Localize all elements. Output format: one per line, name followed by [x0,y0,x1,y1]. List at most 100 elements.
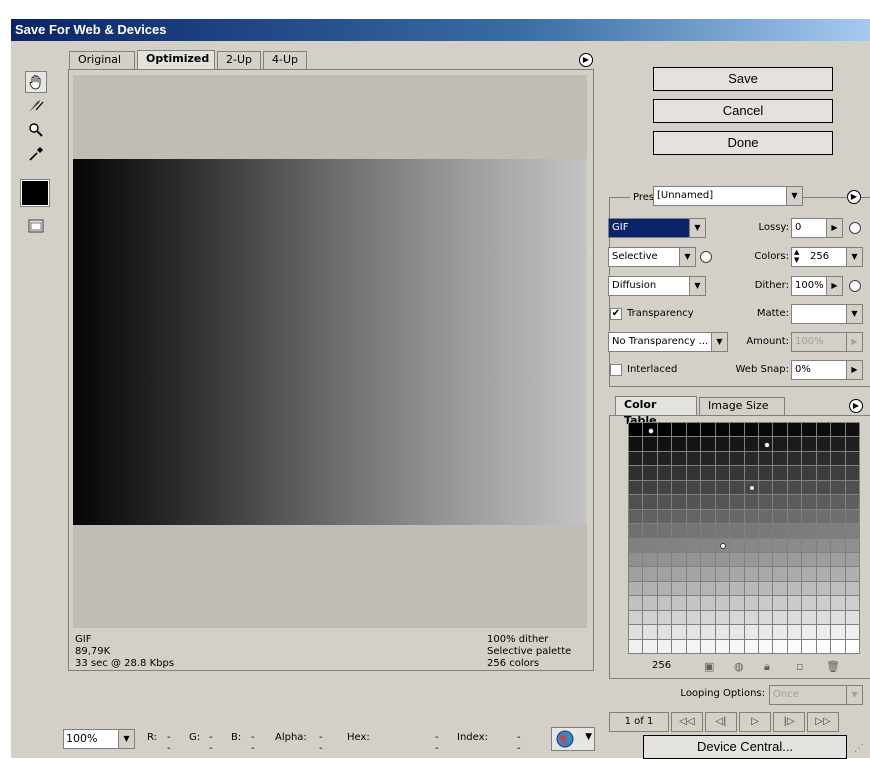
color-swatch[interactable] [672,610,686,625]
color-swatch[interactable] [730,552,744,567]
color-swatch[interactable] [730,610,744,625]
color-swatch[interactable] [744,509,758,524]
color-swatch[interactable] [643,437,657,451]
color-swatch[interactable] [787,625,802,639]
color-swatch[interactable] [730,466,744,480]
color-swatch[interactable] [831,625,845,639]
color-swatch[interactable] [657,423,672,437]
color-swatch[interactable] [715,423,730,437]
tab-image-size[interactable]: Image Size [699,397,785,415]
dither-field[interactable]: 100% ▶ [791,276,843,296]
color-swatch[interactable] [816,610,831,625]
color-swatch[interactable] [643,639,657,653]
color-table-menu-icon[interactable]: ▶ [849,399,863,413]
color-swatch[interactable] [802,437,816,451]
color-swatch[interactable] [643,524,657,538]
color-swatch[interactable] [715,567,730,581]
color-swatch[interactable] [686,567,701,581]
color-swatch[interactable] [672,480,686,495]
color-swatch[interactable] [758,596,773,610]
color-swatch[interactable] [744,495,758,509]
color-swatch[interactable] [744,639,758,653]
color-swatch[interactable] [730,639,744,653]
color-swatch[interactable] [643,466,657,480]
color-swatch[interactable] [657,480,672,495]
color-swatch[interactable] [787,509,802,524]
settings-menu-icon[interactable]: ▶ [847,190,861,204]
color-swatch[interactable] [787,495,802,509]
color-swatch[interactable] [816,437,831,451]
color-swatch[interactable] [831,639,845,653]
color-swatch[interactable] [787,480,802,495]
color-swatch[interactable] [773,596,787,610]
color-swatch[interactable] [657,524,672,538]
color-swatch[interactable] [787,538,802,552]
color-swatch[interactable] [715,437,730,451]
done-button[interactable]: Done [653,131,833,155]
color-swatch[interactable] [744,524,758,538]
color-swatch[interactable] [773,495,787,509]
color-swatch[interactable] [787,552,802,567]
color-swatch[interactable] [802,480,816,495]
color-swatch[interactable] [657,567,672,581]
color-swatch[interactable] [744,567,758,581]
tab-color-table[interactable]: Color Table [615,396,697,427]
color-swatch[interactable] [773,581,787,596]
color-swatch[interactable] [845,466,859,480]
color-swatch[interactable] [686,639,701,653]
tab-original[interactable]: Original [69,51,135,69]
color-swatch[interactable] [701,625,715,639]
color-swatch[interactable] [715,466,730,480]
color-swatch[interactable] [831,610,845,625]
color-swatch[interactable] [686,466,701,480]
color-swatch[interactable] [744,610,758,625]
color-swatch[interactable] [831,509,845,524]
color-swatch[interactable] [701,567,715,581]
color-swatch[interactable] [773,639,787,653]
color-swatch[interactable] [715,639,730,653]
color-swatch[interactable] [657,552,672,567]
color-swatch[interactable] [686,610,701,625]
color-swatch[interactable] [629,610,643,625]
color-swatch[interactable] [773,423,787,437]
interlaced-checkbox[interactable] [610,364,622,376]
color-swatch[interactable] [629,509,643,524]
color-swatch[interactable] [802,423,816,437]
color-swatch[interactable] [730,538,744,552]
color-swatch[interactable] [629,451,643,466]
color-swatch[interactable] [686,524,701,538]
color-swatch[interactable] [845,437,859,451]
color-swatch[interactable] [816,552,831,567]
transparency-checkbox[interactable]: ✔ [610,308,622,320]
tab-2-up[interactable]: 2-Up [217,51,261,69]
color-swatch[interactable] [802,567,816,581]
color-swatch[interactable] [773,567,787,581]
color-swatch[interactable] [672,596,686,610]
color-swatch[interactable] [758,509,773,524]
color-swatch[interactable] [744,625,758,639]
color-swatch[interactable] [730,581,744,596]
color-swatch[interactable] [657,610,672,625]
color-swatch[interactable] [758,495,773,509]
color-swatch[interactable] [831,552,845,567]
color-swatch[interactable] [715,596,730,610]
color-swatch[interactable] [758,610,773,625]
color-swatch[interactable] [758,451,773,466]
color-swatch[interactable] [758,567,773,581]
color-swatch[interactable] [802,610,816,625]
color-swatch[interactable] [701,639,715,653]
color-swatch[interactable] [672,639,686,653]
color-swatch[interactable] [845,552,859,567]
color-swatch[interactable] [773,480,787,495]
color-swatch[interactable] [787,639,802,653]
color-swatch[interactable] [802,495,816,509]
new-color-icon[interactable]: ▫ [796,660,803,673]
color-swatch[interactable] [758,538,773,552]
color-swatch[interactable] [816,538,831,552]
color-swatch[interactable] [715,451,730,466]
color-swatch[interactable] [831,596,845,610]
color-swatch[interactable] [715,509,730,524]
play-icon[interactable]: ▷ [739,712,771,732]
color-swatch[interactable] [831,437,845,451]
color-swatch[interactable] [744,423,758,437]
